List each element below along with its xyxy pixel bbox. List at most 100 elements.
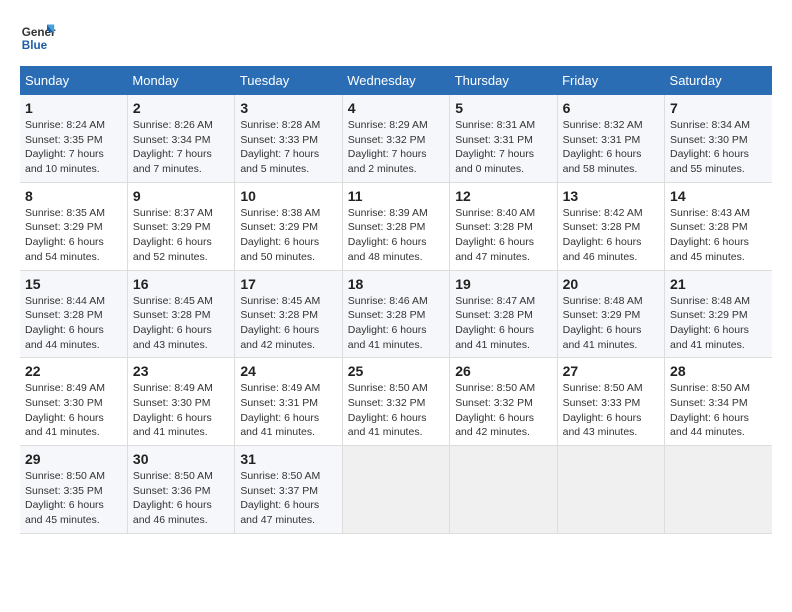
day-number: 19 (455, 276, 551, 292)
column-header-wednesday: Wednesday (342, 66, 449, 95)
day-cell: 24 Sunrise: 8:49 AM Sunset: 3:31 PM Dayli… (235, 358, 342, 446)
day-info: Sunrise: 8:46 AM Sunset: 3:28 PM Dayligh… (348, 294, 444, 353)
day-info: Sunrise: 8:34 AM Sunset: 3:30 PM Dayligh… (670, 118, 767, 177)
column-header-monday: Monday (127, 66, 234, 95)
day-info: Sunrise: 8:50 AM Sunset: 3:36 PM Dayligh… (133, 469, 229, 528)
day-number: 9 (133, 188, 229, 204)
day-info: Sunrise: 8:45 AM Sunset: 3:28 PM Dayligh… (240, 294, 336, 353)
day-number: 17 (240, 276, 336, 292)
day-cell: 16 Sunrise: 8:45 AM Sunset: 3:28 PM Dayli… (127, 270, 234, 358)
day-info: Sunrise: 8:37 AM Sunset: 3:29 PM Dayligh… (133, 206, 229, 265)
day-number: 14 (670, 188, 767, 204)
day-info: Sunrise: 8:50 AM Sunset: 3:37 PM Dayligh… (240, 469, 336, 528)
header-row: SundayMondayTuesdayWednesdayThursdayFrid… (20, 66, 772, 95)
day-number: 24 (240, 363, 336, 379)
day-number: 31 (240, 451, 336, 467)
day-cell: 20 Sunrise: 8:48 AM Sunset: 3:29 PM Dayli… (557, 270, 664, 358)
day-cell: 17 Sunrise: 8:45 AM Sunset: 3:28 PM Dayli… (235, 270, 342, 358)
week-row-2: 8 Sunrise: 8:35 AM Sunset: 3:29 PM Daylig… (20, 182, 772, 270)
day-info: Sunrise: 8:28 AM Sunset: 3:33 PM Dayligh… (240, 118, 336, 177)
day-cell: 14 Sunrise: 8:43 AM Sunset: 3:28 PM Dayli… (665, 182, 772, 270)
day-cell (557, 446, 664, 534)
day-number: 4 (348, 100, 444, 116)
day-cell: 18 Sunrise: 8:46 AM Sunset: 3:28 PM Dayli… (342, 270, 449, 358)
day-info: Sunrise: 8:49 AM Sunset: 3:31 PM Dayligh… (240, 381, 336, 440)
day-info: Sunrise: 8:50 AM Sunset: 3:33 PM Dayligh… (563, 381, 659, 440)
day-cell: 31 Sunrise: 8:50 AM Sunset: 3:37 PM Dayli… (235, 446, 342, 534)
day-number: 16 (133, 276, 229, 292)
day-number: 8 (25, 188, 122, 204)
week-row-5: 29 Sunrise: 8:50 AM Sunset: 3:35 PM Dayli… (20, 446, 772, 534)
day-number: 5 (455, 100, 551, 116)
day-cell: 9 Sunrise: 8:37 AM Sunset: 3:29 PM Daylig… (127, 182, 234, 270)
day-cell: 10 Sunrise: 8:38 AM Sunset: 3:29 PM Dayli… (235, 182, 342, 270)
day-cell: 2Sunrise: 8:26 AM Sunset: 3:34 PM Daylig… (127, 95, 234, 182)
day-info: Sunrise: 8:35 AM Sunset: 3:29 PM Dayligh… (25, 206, 122, 265)
column-header-thursday: Thursday (450, 66, 557, 95)
day-number: 23 (133, 363, 229, 379)
day-number: 20 (563, 276, 659, 292)
day-info: Sunrise: 8:38 AM Sunset: 3:29 PM Dayligh… (240, 206, 336, 265)
day-number: 10 (240, 188, 336, 204)
day-cell: 13 Sunrise: 8:42 AM Sunset: 3:28 PM Dayli… (557, 182, 664, 270)
day-info: Sunrise: 8:48 AM Sunset: 3:29 PM Dayligh… (670, 294, 767, 353)
day-info: Sunrise: 8:50 AM Sunset: 3:32 PM Dayligh… (455, 381, 551, 440)
day-info: Sunrise: 8:47 AM Sunset: 3:28 PM Dayligh… (455, 294, 551, 353)
day-cell: 12 Sunrise: 8:40 AM Sunset: 3:28 PM Dayli… (450, 182, 557, 270)
day-number: 21 (670, 276, 767, 292)
column-header-tuesday: Tuesday (235, 66, 342, 95)
day-cell: 25Sunrise: 8:50 AM Sunset: 3:32 PM Dayli… (342, 358, 449, 446)
day-info: Sunrise: 8:44 AM Sunset: 3:28 PM Dayligh… (25, 294, 122, 353)
page-header: General Blue (20, 20, 772, 56)
day-cell: 11Sunrise: 8:39 AM Sunset: 3:28 PM Dayli… (342, 182, 449, 270)
day-cell: 4Sunrise: 8:29 AM Sunset: 3:32 PM Daylig… (342, 95, 449, 182)
logo-icon: General Blue (20, 20, 56, 56)
day-cell (665, 446, 772, 534)
day-info: Sunrise: 8:40 AM Sunset: 3:28 PM Dayligh… (455, 206, 551, 265)
day-cell: 22 Sunrise: 8:49 AM Sunset: 3:30 PM Dayli… (20, 358, 127, 446)
calendar-table: SundayMondayTuesdayWednesdayThursdayFrid… (20, 66, 772, 534)
day-number: 13 (563, 188, 659, 204)
day-cell: 28Sunrise: 8:50 AM Sunset: 3:34 PM Dayli… (665, 358, 772, 446)
day-number: 11 (348, 188, 444, 204)
week-row-3: 15 Sunrise: 8:44 AM Sunset: 3:28 PM Dayli… (20, 270, 772, 358)
day-number: 2 (133, 100, 229, 116)
day-cell: 26Sunrise: 8:50 AM Sunset: 3:32 PM Dayli… (450, 358, 557, 446)
day-info: Sunrise: 8:42 AM Sunset: 3:28 PM Dayligh… (563, 206, 659, 265)
day-info: Sunrise: 8:49 AM Sunset: 3:30 PM Dayligh… (25, 381, 122, 440)
day-number: 22 (25, 363, 122, 379)
day-number: 18 (348, 276, 444, 292)
day-number: 29 (25, 451, 122, 467)
day-number: 3 (240, 100, 336, 116)
day-number: 1 (25, 100, 122, 116)
day-cell: 7 Sunrise: 8:34 AM Sunset: 3:30 PM Daylig… (665, 95, 772, 182)
day-info: Sunrise: 8:49 AM Sunset: 3:30 PM Dayligh… (133, 381, 229, 440)
week-row-1: 1 Sunrise: 8:24 AM Sunset: 3:35 PM Daylig… (20, 95, 772, 182)
column-header-sunday: Sunday (20, 66, 127, 95)
day-cell: 21 Sunrise: 8:48 AM Sunset: 3:29 PM Dayli… (665, 270, 772, 358)
day-cell: 23 Sunrise: 8:49 AM Sunset: 3:30 PM Dayli… (127, 358, 234, 446)
day-info: Sunrise: 8:32 AM Sunset: 3:31 PM Dayligh… (563, 118, 659, 177)
day-cell: 3 Sunrise: 8:28 AM Sunset: 3:33 PM Daylig… (235, 95, 342, 182)
day-cell: 30 Sunrise: 8:50 AM Sunset: 3:36 PM Dayli… (127, 446, 234, 534)
day-cell: 27Sunrise: 8:50 AM Sunset: 3:33 PM Dayli… (557, 358, 664, 446)
day-info: Sunrise: 8:24 AM Sunset: 3:35 PM Dayligh… (25, 118, 122, 177)
day-cell (342, 446, 449, 534)
day-info: Sunrise: 8:50 AM Sunset: 3:32 PM Dayligh… (348, 381, 444, 440)
day-info: Sunrise: 8:45 AM Sunset: 3:28 PM Dayligh… (133, 294, 229, 353)
day-cell: 15 Sunrise: 8:44 AM Sunset: 3:28 PM Dayli… (20, 270, 127, 358)
day-cell: 6Sunrise: 8:32 AM Sunset: 3:31 PM Daylig… (557, 95, 664, 182)
day-info: Sunrise: 8:43 AM Sunset: 3:28 PM Dayligh… (670, 206, 767, 265)
day-info: Sunrise: 8:50 AM Sunset: 3:35 PM Dayligh… (25, 469, 122, 528)
logo: General Blue (20, 20, 56, 56)
day-number: 12 (455, 188, 551, 204)
svg-text:Blue: Blue (22, 39, 48, 52)
day-info: Sunrise: 8:48 AM Sunset: 3:29 PM Dayligh… (563, 294, 659, 353)
day-number: 28 (670, 363, 767, 379)
column-header-saturday: Saturday (665, 66, 772, 95)
day-cell (450, 446, 557, 534)
day-number: 15 (25, 276, 122, 292)
week-row-4: 22 Sunrise: 8:49 AM Sunset: 3:30 PM Dayli… (20, 358, 772, 446)
day-number: 7 (670, 100, 767, 116)
day-number: 30 (133, 451, 229, 467)
